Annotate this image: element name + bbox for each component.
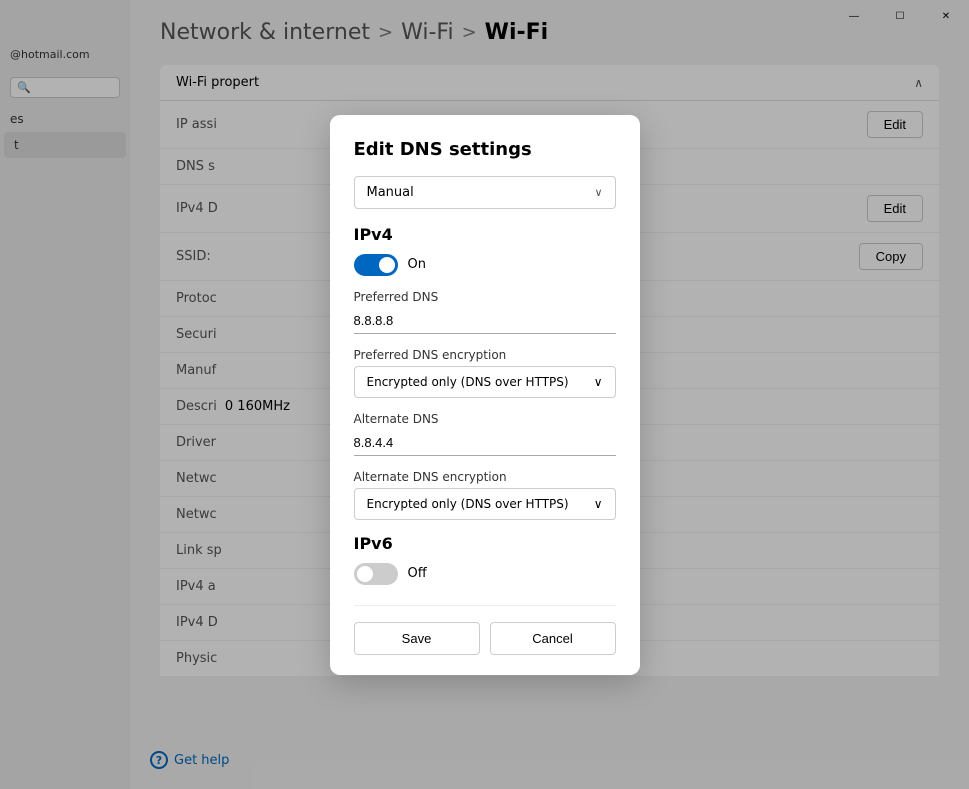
mode-dropdown-value: Manual (367, 185, 414, 200)
dialog-footer: Save Cancel (354, 605, 616, 655)
ipv4-toggle-label: On (408, 257, 426, 272)
toggle-thumb (357, 566, 373, 582)
ipv4-toggle-row: On (354, 254, 616, 276)
dialog-overlay: Edit DNS settings Manual ∨ IPv4 On Prefe… (0, 0, 969, 789)
alternate-dns-label: Alternate DNS (354, 412, 616, 426)
toggle-thumb (379, 257, 395, 273)
chevron-down-icon: ∨ (594, 497, 603, 511)
chevron-down-icon: ∨ (594, 186, 602, 199)
alternate-encryption-value: Encrypted only (DNS over HTTPS) (367, 497, 569, 511)
mode-dropdown[interactable]: Manual ∨ (354, 176, 616, 209)
alternate-dns-input[interactable] (354, 430, 616, 456)
preferred-dns-input[interactable] (354, 308, 616, 334)
alternate-encryption-dropdown[interactable]: Encrypted only (DNS over HTTPS) ∨ (354, 488, 616, 520)
preferred-encryption-value: Encrypted only (DNS over HTTPS) (367, 375, 569, 389)
ipv6-section-label: IPv6 (354, 534, 616, 553)
ipv6-toggle-label: Off (408, 566, 427, 581)
ipv4-section-label: IPv4 (354, 225, 616, 244)
preferred-dns-label: Preferred DNS (354, 290, 616, 304)
save-button[interactable]: Save (354, 622, 480, 655)
preferred-encryption-dropdown[interactable]: Encrypted only (DNS over HTTPS) ∨ (354, 366, 616, 398)
ipv6-toggle-row: Off (354, 563, 616, 585)
cancel-button[interactable]: Cancel (490, 622, 616, 655)
ipv6-toggle[interactable] (354, 563, 398, 585)
preferred-encryption-label: Preferred DNS encryption (354, 348, 616, 362)
dialog-title: Edit DNS settings (354, 139, 616, 160)
ipv4-toggle[interactable] (354, 254, 398, 276)
alternate-encryption-label: Alternate DNS encryption (354, 470, 616, 484)
chevron-down-icon: ∨ (594, 375, 603, 389)
edit-dns-dialog: Edit DNS settings Manual ∨ IPv4 On Prefe… (330, 115, 640, 675)
